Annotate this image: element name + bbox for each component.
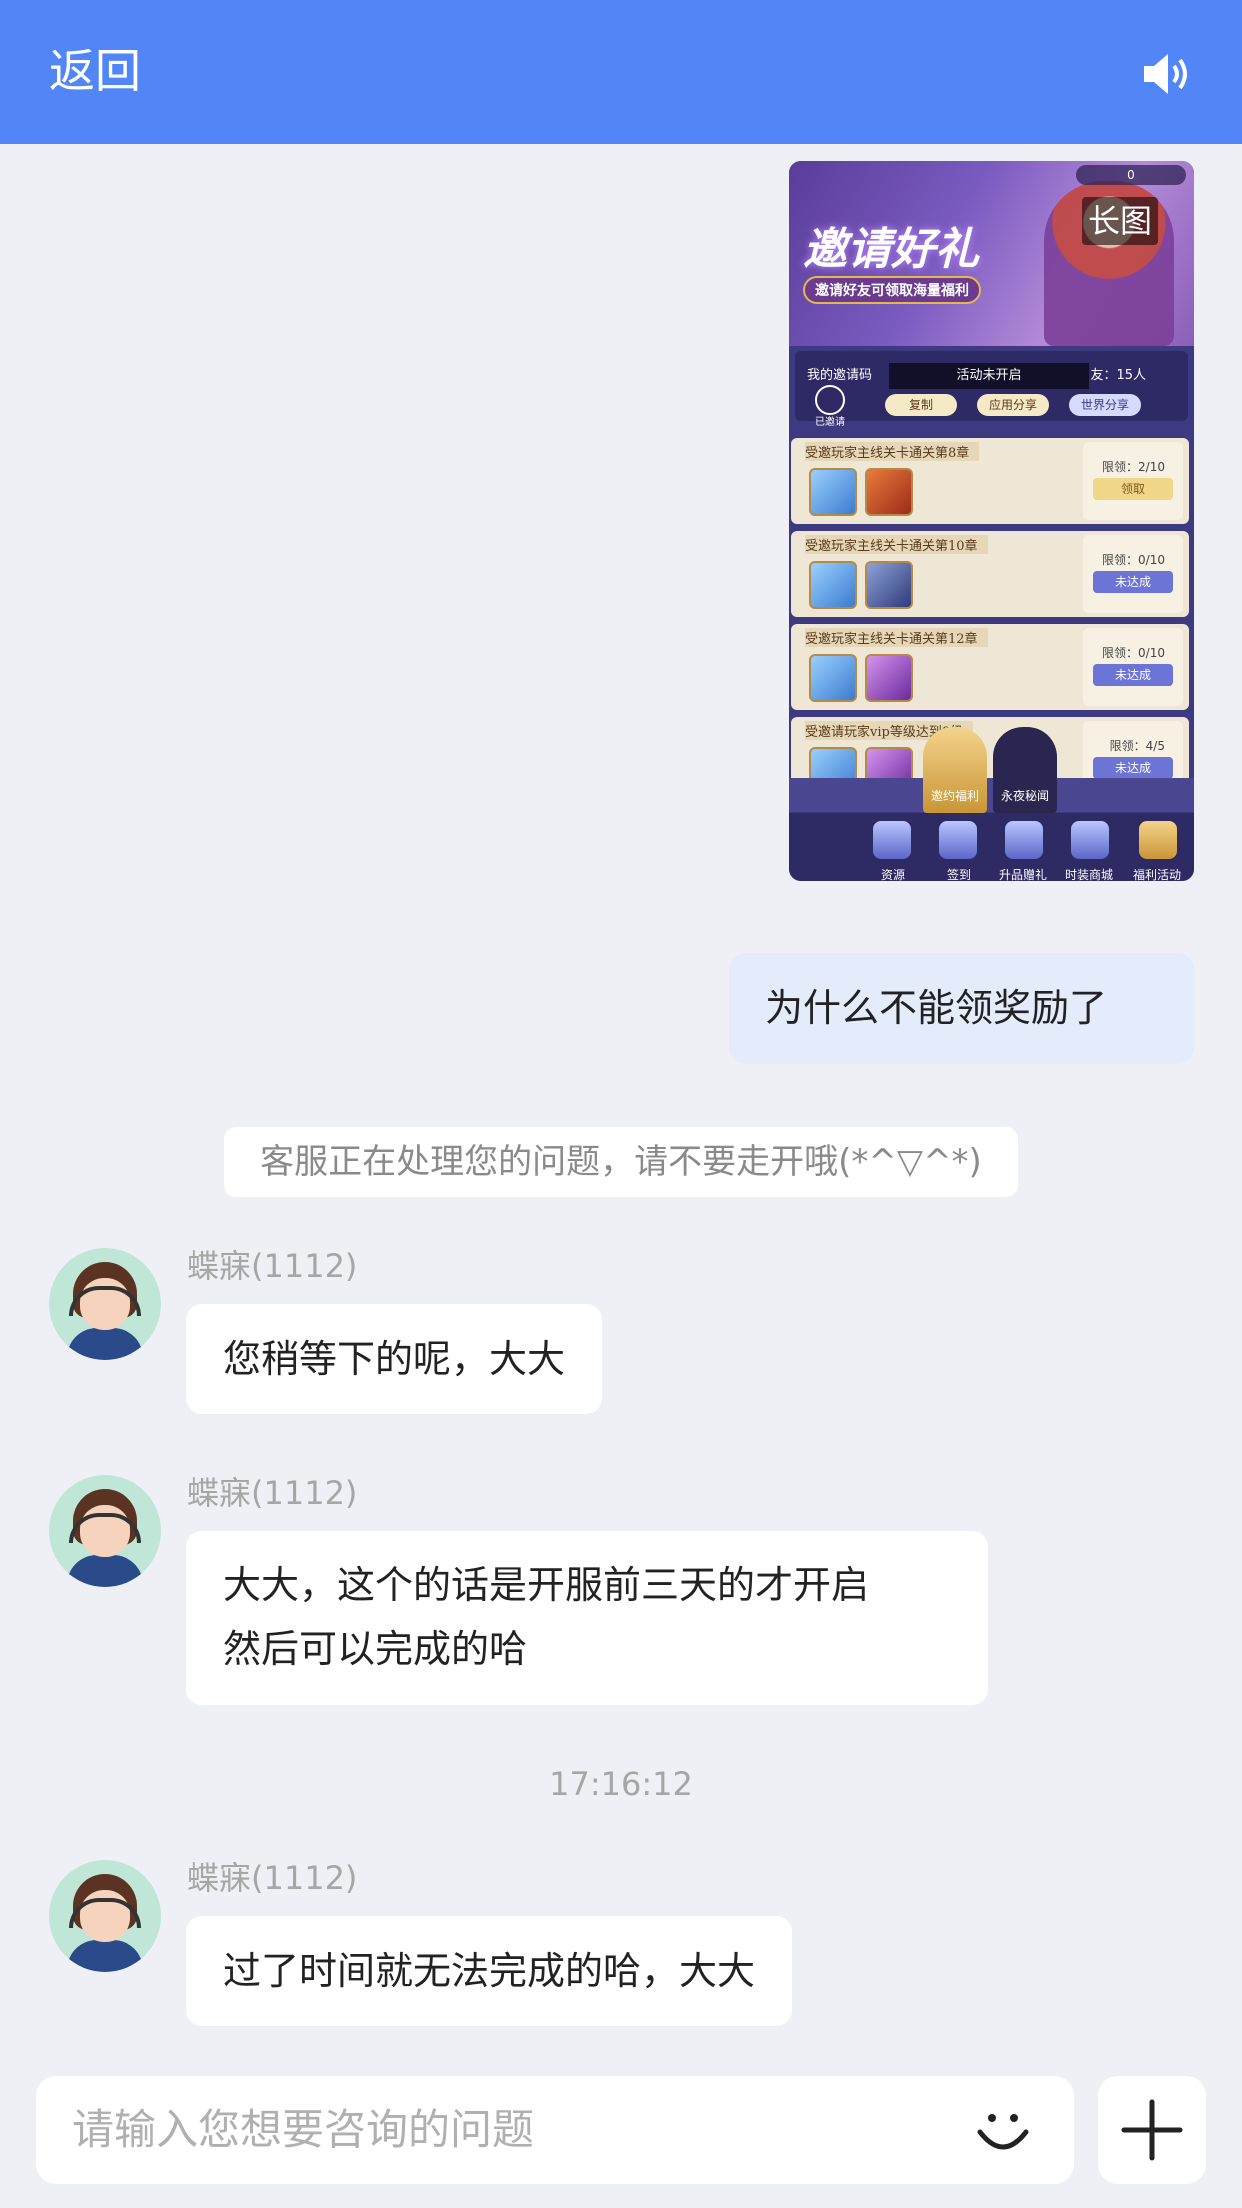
card-icon — [865, 468, 913, 516]
task-row: 受邀玩家主线关卡通关第10章 限领：0/10 未达成 — [791, 531, 1189, 617]
long-image-tag: 长图 — [1081, 197, 1158, 245]
sent-image-message[interactable]: 0 邀请好礼 邀请好友可领取海量福利 长图 我的邀请码 活动未开启 友：15人 … — [789, 161, 1194, 881]
task-status: 领取 — [1093, 478, 1173, 500]
fashion-icon — [1071, 821, 1109, 859]
timestamp: 17:16:12 — [549, 1765, 693, 1803]
input-placeholder[interactable]: 请输入您想要咨询的问题 — [72, 2102, 534, 2158]
agent-name: 蝶寐(1112) — [187, 1474, 358, 1512]
orb-icon — [865, 654, 913, 702]
agent-message: 您稍等下的呢，大大 — [186, 1304, 603, 1414]
task-limit: 限领：4/5 — [1109, 739, 1165, 753]
back-button[interactable]: 返回 — [49, 40, 141, 102]
nav-checkin: 签到 — [947, 868, 972, 881]
speaker-icon[interactable] — [1138, 46, 1194, 102]
agent-name: 蝶寐(1112) — [187, 1247, 358, 1285]
invited-friends-count: 友：15人 — [1090, 368, 1146, 383]
mail-icon — [815, 385, 845, 415]
agent-message-line: 大大，这个的话是开服前三天的才开启 — [223, 1563, 870, 1607]
agent-avatar — [49, 1248, 161, 1360]
task-title: 受邀玩家主线关卡通关第10章 — [805, 535, 988, 554]
emoji-icon[interactable] — [972, 2100, 1034, 2162]
task-row: 受邀玩家主线关卡通关第8章 限领：2/10 领取 — [791, 438, 1189, 524]
resource-icon — [873, 821, 911, 859]
task-limit: 限领：0/10 — [1102, 646, 1165, 660]
agent-message: 过了时间就无法完成的哈，大大 — [186, 1916, 793, 2026]
invite-code-label: 我的邀请码 — [807, 368, 873, 383]
tab-strip — [789, 778, 1194, 812]
welfare-icon — [1139, 821, 1177, 859]
task-title: 受邀玩家主线关卡通关第8章 — [805, 442, 980, 461]
diamond-icon — [809, 468, 857, 516]
tab-invite-welfare: 邀约福利 — [923, 727, 987, 813]
nav-welfare: 福利活动 — [1133, 868, 1182, 881]
world-share-button: 世界分享 — [1069, 394, 1141, 416]
nav-fashion-shop: 时装商城 — [1065, 868, 1114, 881]
tab-night-secrets: 永夜秘闻 — [993, 727, 1057, 813]
copy-button: 复制 — [885, 394, 957, 416]
activity-closed-notice: 活动未开启 — [889, 363, 1089, 389]
top-bar: 返回 — [0, 0, 1242, 144]
nav-resource: 资源 — [881, 868, 906, 881]
app-share-button: 应用分享 — [977, 394, 1049, 416]
add-button[interactable] — [1098, 2076, 1206, 2184]
invited-label: 已邀请 — [815, 417, 845, 428]
plus-icon — [1121, 2099, 1183, 2161]
agent-message-line: 然后可以完成的哈 — [223, 1627, 528, 1671]
task-status: 未达成 — [1093, 571, 1173, 593]
gift-icon — [1005, 821, 1043, 859]
agent-name: 蝶寐(1112) — [187, 1859, 358, 1897]
banner-title: 邀请好礼 — [803, 224, 979, 275]
task-title: 受邀玩家主线关卡通关第12章 — [805, 628, 988, 647]
banner-subtitle: 邀请好友可领取海量福利 — [803, 276, 981, 304]
task-row: 受邀玩家主线关卡通关第12章 限领：0/10 未达成 — [791, 624, 1189, 710]
diamond-icon — [809, 561, 857, 609]
task-limit: 限领：2/10 — [1102, 460, 1165, 474]
system-notice: 客服正在处理您的问题，请不要走开哦(*^▽^*) — [224, 1127, 1018, 1197]
chest-icon — [865, 561, 913, 609]
agent-message: 大大，这个的话是开服前三天的才开启 然后可以完成的哈 — [186, 1531, 988, 1705]
agent-avatar — [49, 1475, 161, 1587]
task-limit: 限领：0/10 — [1102, 553, 1165, 567]
user-message: 为什么不能领奖励了 — [729, 953, 1194, 1064]
diamond-icon — [809, 654, 857, 702]
nav-upgrade-gift: 升品赠礼 — [999, 868, 1048, 881]
agent-avatar — [49, 1860, 161, 1972]
coin-counter: 0 — [1076, 165, 1186, 185]
task-status: 未达成 — [1093, 664, 1173, 686]
checkin-icon — [939, 821, 977, 859]
task-status: 未达成 — [1093, 757, 1173, 779]
